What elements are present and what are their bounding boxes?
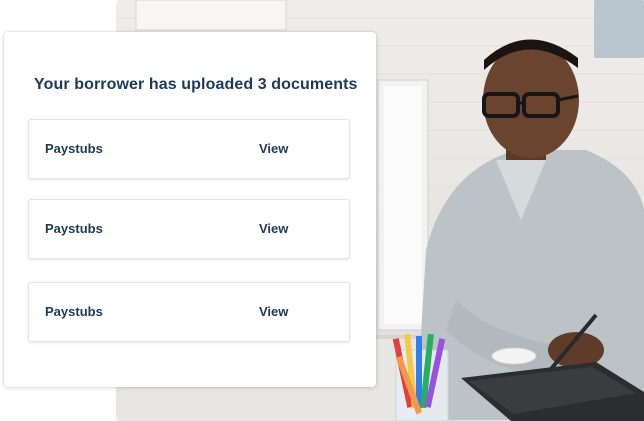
document-row: Paystubs View: [28, 199, 350, 259]
document-row: Paystubs View: [28, 119, 350, 179]
document-name: Paystubs: [45, 221, 103, 236]
document-row: Paystubs View: [28, 282, 350, 342]
view-document-link[interactable]: View: [259, 141, 288, 156]
card-title: Your borrower has uploaded 3 documents: [34, 76, 358, 93]
document-name: Paystubs: [45, 141, 103, 156]
view-document-link[interactable]: View: [259, 221, 288, 236]
view-document-link[interactable]: View: [259, 304, 288, 319]
document-name: Paystubs: [45, 304, 103, 319]
documents-card: Your borrower has uploaded 3 documents P…: [4, 32, 376, 387]
